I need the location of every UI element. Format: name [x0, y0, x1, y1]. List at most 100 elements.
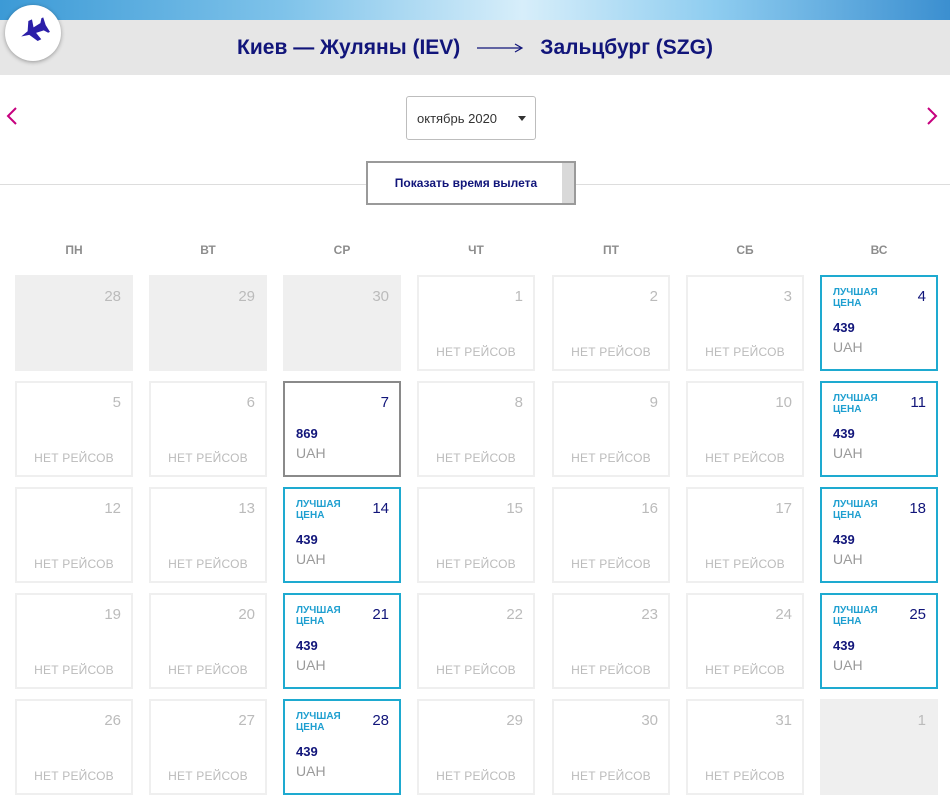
- price-value: 439: [296, 532, 318, 547]
- calendar-day-cell[interactable]: 21 ЛУЧШАЯ ЦЕНА 439 UAH: [283, 593, 401, 689]
- calendar-day-cell: 13 НЕТ РЕЙСОВ: [149, 487, 267, 583]
- no-flights-label: НЕТ РЕЙСОВ: [34, 557, 114, 571]
- weekday-label: СБ: [736, 243, 754, 257]
- day-number: 26: [104, 712, 121, 729]
- calendar-day-cell[interactable]: 4 ЛУЧШАЯ ЦЕНА 439 UAH: [820, 275, 938, 371]
- currency-label: UAH: [833, 445, 863, 461]
- price-value: 439: [833, 532, 855, 547]
- currency-label: UAH: [296, 763, 326, 779]
- day-number: 31: [775, 712, 792, 729]
- no-flights-label: НЕТ РЕЙСОВ: [705, 451, 785, 465]
- calendar-day-cell[interactable]: 18 ЛУЧШАЯ ЦЕНА 439 UAH: [820, 487, 938, 583]
- best-price-badge: ЛУЧШАЯ ЦЕНА: [833, 605, 878, 627]
- calendar-day-cell: 30 НЕТ РЕЙСОВ: [552, 699, 670, 795]
- weekday-label: СР: [333, 243, 351, 257]
- no-flights-label: НЕТ РЕЙСОВ: [571, 769, 651, 783]
- calendar-day-cell[interactable]: 11 ЛУЧШАЯ ЦЕНА 439 UAH: [820, 381, 938, 477]
- calendar-day-cell: 20 НЕТ РЕЙСОВ: [149, 593, 267, 689]
- show-departure-time-label: Показать время вылета: [394, 176, 538, 190]
- chevron-right-icon: [925, 106, 939, 131]
- calendar-day-cell: 29 НЕТ РЕЙСОВ: [417, 699, 535, 795]
- sky-banner: [0, 0, 950, 20]
- show-departure-time-button[interactable]: Показать время вылета: [366, 161, 576, 205]
- no-flights-label: НЕТ РЕЙСОВ: [705, 557, 785, 571]
- no-flights-label: НЕТ РЕЙСОВ: [436, 663, 516, 677]
- next-month-button[interactable]: [920, 106, 944, 130]
- day-number: 23: [641, 606, 658, 623]
- day-number: 14: [372, 500, 389, 517]
- day-number: 10: [775, 394, 792, 411]
- best-price-badge: ЛУЧШАЯ ЦЕНА: [833, 287, 878, 309]
- price-value: 439: [296, 744, 318, 759]
- day-number: 11: [910, 394, 926, 411]
- no-flights-label: НЕТ РЕЙСОВ: [571, 663, 651, 677]
- logo[interactable]: [5, 5, 61, 61]
- day-number: 1: [917, 712, 926, 729]
- calendar-day-cell[interactable]: 25 ЛУЧШАЯ ЦЕНА 439 UAH: [820, 593, 938, 689]
- currency-label: UAH: [296, 445, 326, 461]
- day-number: 21: [372, 606, 389, 623]
- no-flights-label: НЕТ РЕЙСОВ: [571, 345, 651, 359]
- calendar-day-cell: 5 НЕТ РЕЙСОВ: [15, 381, 133, 477]
- route-origin: Киев — Жуляны (IEV): [237, 35, 461, 59]
- no-flights-label: НЕТ РЕЙСОВ: [436, 557, 516, 571]
- no-flights-label: НЕТ РЕЙСОВ: [168, 557, 248, 571]
- no-flights-label: НЕТ РЕЙСОВ: [705, 345, 785, 359]
- route-destination: Зальцбург (SZG): [540, 35, 713, 59]
- day-number: 20: [238, 606, 255, 623]
- calendar-day-cell[interactable]: 14 ЛУЧШАЯ ЦЕНА 439 UAH: [283, 487, 401, 583]
- weekday-label: ВТ: [200, 243, 216, 257]
- calendar-day-cell[interactable]: 28 ЛУЧШАЯ ЦЕНА 439 UAH: [283, 699, 401, 795]
- calendar-day-cell: 19 НЕТ РЕЙСОВ: [15, 593, 133, 689]
- day-number: 27: [238, 712, 255, 729]
- day-number: 3: [783, 288, 792, 305]
- day-number: 7: [380, 394, 389, 411]
- day-number: 4: [917, 288, 926, 305]
- calendar-day-cell: 26 НЕТ РЕЙСОВ: [15, 699, 133, 795]
- day-number: 1: [514, 288, 523, 305]
- price-value: 439: [833, 320, 855, 335]
- calendar-day-cell: 28: [15, 275, 133, 371]
- best-price-badge: ЛУЧШАЯ ЦЕНА: [296, 499, 341, 521]
- prev-month-button[interactable]: [0, 106, 24, 130]
- calendar-day-cell: 29: [149, 275, 267, 371]
- best-price-badge: ЛУЧШАЯ ЦЕНА: [296, 605, 341, 627]
- day-number: 22: [506, 606, 523, 623]
- day-number: 8: [514, 394, 523, 411]
- day-number: 16: [641, 500, 658, 517]
- calendar-day-cell: 9 НЕТ РЕЙСОВ: [552, 381, 670, 477]
- no-flights-label: НЕТ РЕЙСОВ: [34, 451, 114, 465]
- calendar-day-cell: 2 НЕТ РЕЙСОВ: [552, 275, 670, 371]
- day-number: 12: [104, 500, 121, 517]
- month-select[interactable]: октябрь 2020: [406, 96, 536, 140]
- day-number: 28: [372, 712, 389, 729]
- day-number: 6: [246, 394, 255, 411]
- best-price-badge: ЛУЧШАЯ ЦЕНА: [833, 393, 878, 415]
- calendar-day-cell: 22 НЕТ РЕЙСОВ: [417, 593, 535, 689]
- best-price-badge: ЛУЧШАЯ ЦЕНА: [833, 499, 878, 521]
- calendar-day-cell: 23 НЕТ РЕЙСОВ: [552, 593, 670, 689]
- calendar-day-cell: 16 НЕТ РЕЙСОВ: [552, 487, 670, 583]
- route-header: Киев — Жуляны (IEV) Зальцбург (SZG): [0, 5, 950, 75]
- calendar-day-cell: 24 НЕТ РЕЙСОВ: [686, 593, 804, 689]
- caret-down-icon: [518, 116, 526, 121]
- day-number: 5: [112, 394, 121, 411]
- calendar-day-cell: 30: [283, 275, 401, 371]
- calendar-day-cell: 31 НЕТ РЕЙСОВ: [686, 699, 804, 795]
- currency-label: UAH: [296, 551, 326, 567]
- calendar-day-cell: 8 НЕТ РЕЙСОВ: [417, 381, 535, 477]
- day-number: 24: [775, 606, 792, 623]
- price-value: 869: [296, 426, 318, 441]
- day-number: 30: [641, 712, 658, 729]
- day-number: 13: [238, 500, 255, 517]
- calendar-day-cell: 27 НЕТ РЕЙСОВ: [149, 699, 267, 795]
- day-number: 15: [506, 500, 523, 517]
- day-number: 9: [649, 394, 658, 411]
- calendar-day-cell: 15 НЕТ РЕЙСОВ: [417, 487, 535, 583]
- calendar-day-cell[interactable]: 7 869 UAH: [283, 381, 401, 477]
- day-number: 28: [104, 288, 121, 305]
- no-flights-label: НЕТ РЕЙСОВ: [705, 663, 785, 677]
- day-number: 29: [506, 712, 523, 729]
- calendar-day-cell: 1 НЕТ РЕЙСОВ: [417, 275, 535, 371]
- currency-label: UAH: [833, 657, 863, 673]
